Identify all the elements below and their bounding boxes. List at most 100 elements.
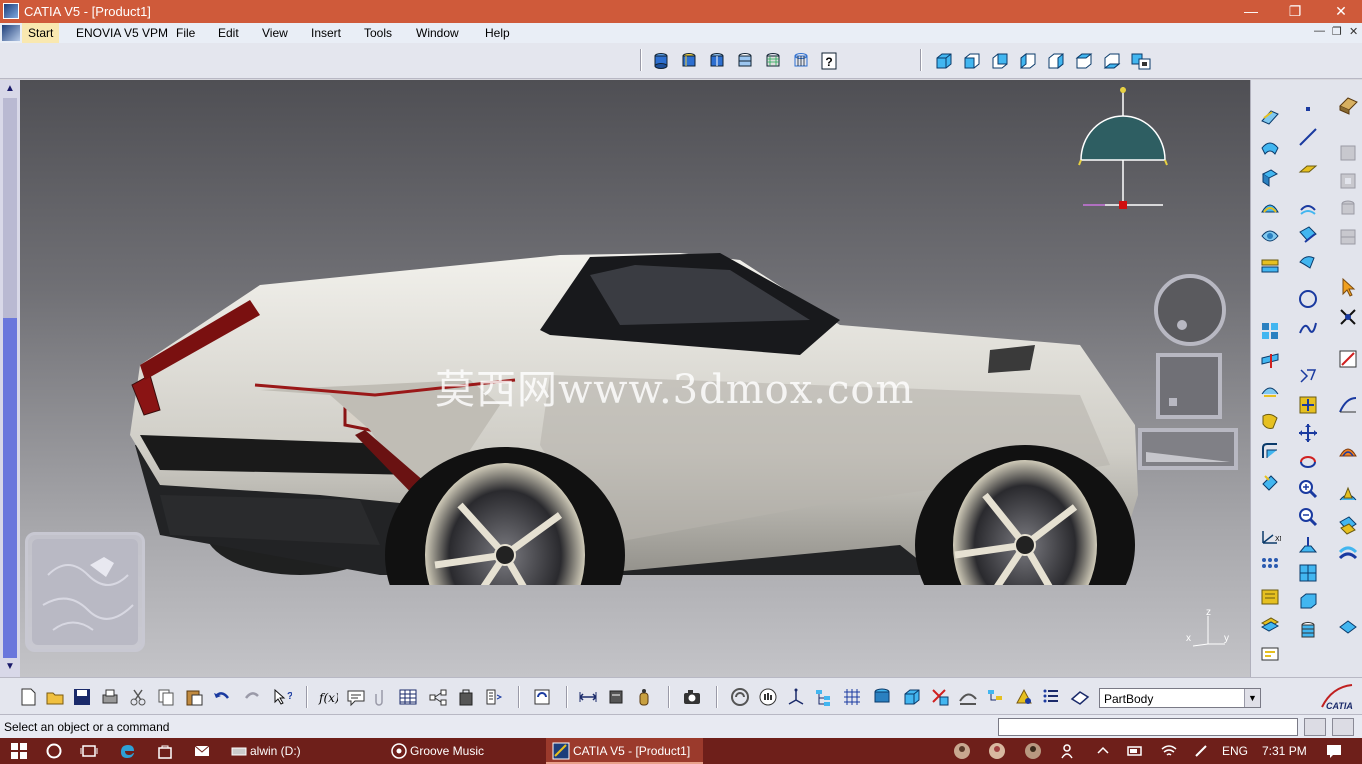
workbench-icon[interactable] [1337,94,1359,116]
pen-icon[interactable] [1192,742,1210,760]
language-indicator[interactable]: ENG [1222,738,1248,764]
rules-icon[interactable] [484,687,504,707]
power-input-field[interactable] [998,718,1298,736]
fill-surface-icon[interactable] [1259,196,1281,218]
zoom-bar-icon[interactable] [1138,428,1238,470]
law-icon[interactable] [1259,585,1281,607]
grid-icon[interactable] [842,687,862,707]
projection-icon[interactable] [1297,196,1319,218]
store-icon[interactable] [156,742,174,760]
print-icon[interactable] [100,687,120,707]
scroll-thumb[interactable] [3,318,17,658]
save-icon[interactable] [72,687,92,707]
compass-snap-icon[interactable] [786,687,806,707]
clash-icon[interactable] [1014,687,1034,707]
part-list-icon[interactable] [1042,687,1062,707]
multi-selection-icon[interactable] [986,687,1006,707]
bottom-view-icon[interactable] [1102,51,1122,71]
point-icon[interactable] [1297,98,1319,120]
wireframe-icon[interactable] [764,52,782,70]
surface-sweep-icon[interactable] [1259,136,1281,158]
command-view-button[interactable] [1332,718,1354,736]
command-copy-button[interactable] [1304,718,1326,736]
join-surfaces-icon[interactable] [1259,320,1281,342]
extract-boundary-icon[interactable] [1259,410,1281,432]
quick-select-icon[interactable] [1337,306,1359,328]
comment-icon[interactable] [346,687,366,707]
circle-icon[interactable] [1297,288,1319,310]
menu-window[interactable]: Window [416,26,459,40]
zoom-out-icon[interactable] [1297,506,1319,528]
windows-start-icon[interactable] [10,742,28,760]
new-file-icon[interactable] [18,687,38,707]
normal-view-icon[interactable] [1297,534,1319,556]
groove-music-icon[interactable] [390,742,408,760]
trim-surface-icon[interactable] [1259,380,1281,402]
avatar-icon[interactable] [988,742,1006,760]
back-view-icon[interactable] [990,51,1010,71]
cortana-search-icon[interactable] [45,742,63,760]
mail-icon[interactable] [193,742,211,760]
extrude-surface-icon[interactable] [1259,166,1281,188]
repetition-icon[interactable] [1259,555,1281,577]
left-view-icon[interactable] [1018,51,1038,71]
top-view-icon[interactable] [1074,51,1094,71]
connect-checker-icon[interactable] [1337,542,1359,564]
help-icon[interactable]: ? [820,52,838,70]
chevron-up-icon[interactable] [1094,742,1112,760]
chevron-down-icon[interactable]: ▼ [1244,689,1260,707]
minimize-button[interactable]: — [1228,0,1274,23]
shading-icon[interactable] [872,687,892,707]
scroll-up-arrow[interactable]: ▲ [2,82,18,96]
maximize-button[interactable]: ❐ [1272,0,1318,23]
document-icon[interactable] [2,25,20,41]
swap-visible-icon[interactable] [958,687,978,707]
knowledge-pad-icon[interactable] [456,687,476,707]
flatten-icon[interactable] [1337,616,1359,638]
porcupine-analysis-icon[interactable] [1337,484,1359,506]
sketch-plane-icon[interactable] [1259,106,1281,128]
current-body-select[interactable]: PartBody ▼ [1099,688,1261,708]
view-cube-small-icon[interactable] [902,687,922,707]
copy-icon[interactable] [156,687,176,707]
zoom-in-icon[interactable] [1297,478,1319,500]
offset-surface-icon[interactable] [1259,255,1281,277]
taskbar-item-catia[interactable]: CATIA V5 - [Product1] [573,738,690,764]
catia-app-icon[interactable] [3,3,19,19]
spline-icon[interactable] [1297,318,1319,340]
measure-inertia-icon[interactable] [634,687,654,707]
menu-help[interactable]: Help [485,26,510,40]
right-view-icon[interactable] [1046,51,1066,71]
open-folder-icon[interactable] [45,687,65,707]
catia-taskbar-icon[interactable] [552,742,570,760]
dynamic-hidden-line-icon[interactable] [736,52,754,70]
whats-this-icon[interactable]: ? [272,687,292,707]
isometric-view-icon[interactable] [934,51,954,71]
viewport-vertical-scrollbar[interactable]: ▲ ▼ [0,80,20,677]
taskbar-item-groove[interactable]: Groove Music [410,738,484,764]
undo-icon[interactable] [212,687,232,707]
3d-viewport[interactable]: ▲ ▼ 莫西网www.3dmox.com z x y [0,80,1250,677]
menu-edit[interactable]: Edit [218,26,239,40]
menu-file[interactable]: File [176,26,195,40]
corner-icon[interactable] [1297,252,1319,274]
menu-enovia[interactable]: ENOVIA V5 VPM [76,26,168,40]
design-table-icon[interactable] [398,687,418,707]
define-in-work-object-icon[interactable] [1070,687,1090,707]
catalog-icon[interactable] [428,687,448,707]
grab-hand-icon[interactable] [758,687,778,707]
update-icon[interactable] [532,687,552,707]
specification-tree-icon[interactable] [814,687,834,707]
close-button[interactable]: ✕ [1318,0,1362,23]
fillet-edge-icon[interactable] [1259,440,1281,462]
cylinder-icon[interactable] [652,52,670,70]
wifi-icon[interactable] [1160,742,1178,760]
wireframe-nhr-icon[interactable] [792,52,810,70]
analysis-icon[interactable] [1259,613,1281,635]
doc-restore-button[interactable]: ❐ [1332,25,1342,38]
helix-icon[interactable] [1297,364,1319,386]
shading-edges-icon[interactable] [680,52,698,70]
pan-square-icon[interactable] [1155,352,1223,420]
plane-icon[interactable] [1297,158,1319,180]
snap-to-point-icon[interactable] [1297,394,1319,416]
